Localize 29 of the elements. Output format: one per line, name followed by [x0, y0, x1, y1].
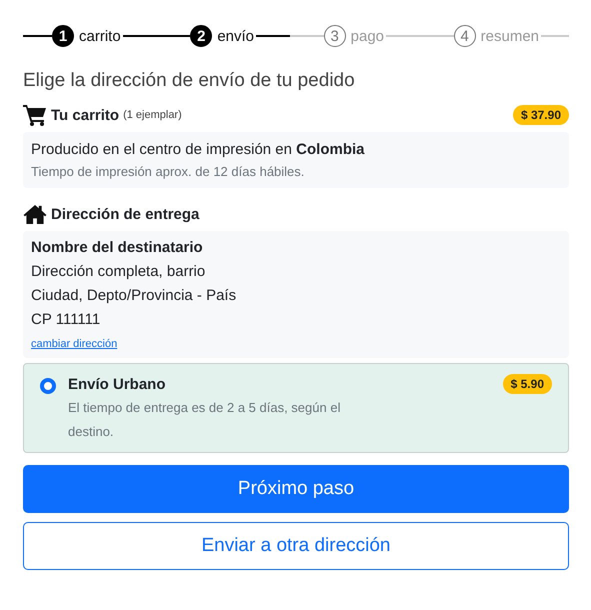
step-number: 1	[52, 25, 74, 47]
option-name: Envío Urbano	[68, 376, 166, 392]
section-title: Dirección de entrega	[51, 206, 200, 223]
page-heading: Elige la dirección de envío de tu pedido	[23, 70, 356, 92]
other-address-button[interactable]: Enviar a otra dirección	[23, 522, 569, 570]
address-line: CP 111111	[31, 310, 102, 330]
step-label: envío	[217, 28, 254, 44]
print-time-text: Tiempo de impresión aprox. de 12 días hábiles.	[31, 164, 306, 179]
change-address-link[interactable]: cambiar dirección	[31, 338, 118, 350]
step-number: 2	[190, 25, 212, 47]
step-label: pago	[350, 28, 384, 44]
address-line: Dirección completa, barrio	[31, 262, 206, 282]
section-title: Tu carrito	[51, 106, 120, 124]
cart-icon	[23, 104, 47, 126]
step-number: 3	[324, 25, 346, 47]
address-line: Ciudad, Depto/Provincia - País	[31, 286, 238, 306]
option-description: El tiempo de entrega es de 2 a 5 días, según el destino.	[68, 399, 342, 441]
price-badge: $ 37.90	[512, 105, 569, 125]
home-icon	[23, 204, 47, 225]
production-text: Producido en el centro de impresión en Colombia	[31, 141, 366, 158]
step-number: 4	[454, 25, 476, 47]
recipient-name: Nombre del destinatario	[31, 239, 204, 256]
price-badge: $ 5.90	[502, 374, 552, 394]
radio-button[interactable]	[40, 378, 56, 394]
item-count: (1 ejemplar)	[123, 109, 182, 121]
shipping-option[interactable]: Envío Urbano $ 5.90 El tiempo de entrega es de 2 a 5 días, según el destino.	[23, 363, 569, 453]
next-step-button[interactable]: Próximo paso	[23, 465, 569, 513]
step-label: carrito	[79, 28, 121, 44]
step-label: resumen	[480, 28, 539, 44]
